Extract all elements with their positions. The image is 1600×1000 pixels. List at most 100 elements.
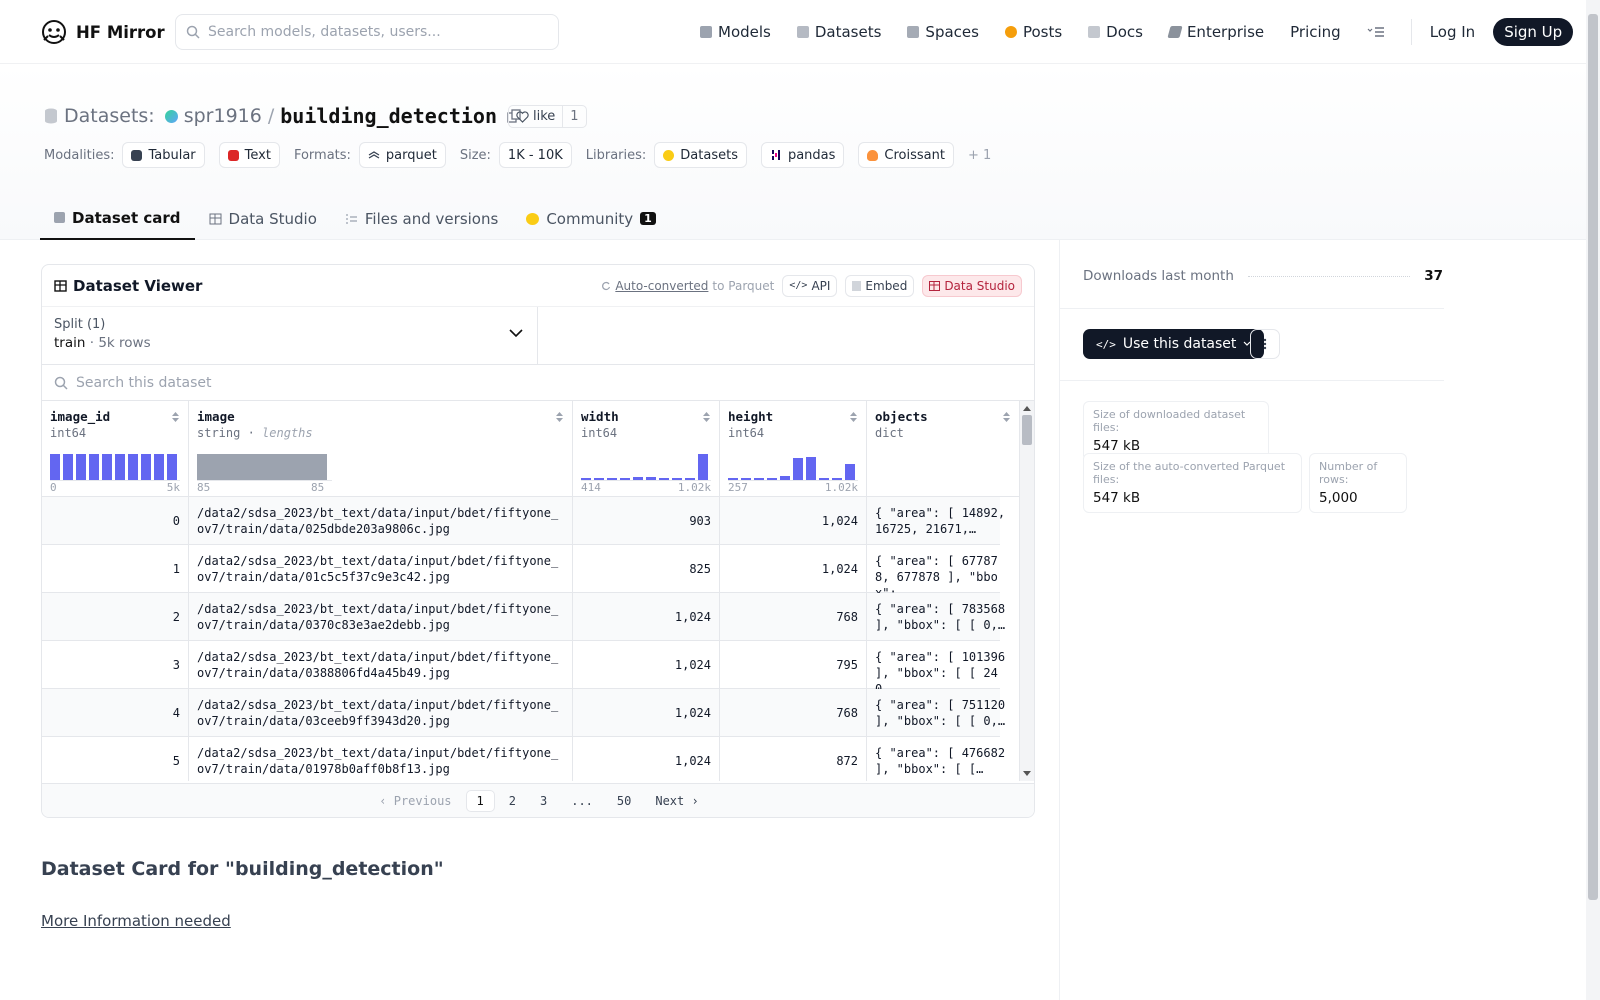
nav-enterprise[interactable]: Enterprise <box>1167 23 1264 41</box>
use-this-dataset-button[interactable]: </> Use this dataset <box>1083 329 1265 359</box>
signup-button[interactable]: Sign Up <box>1493 18 1574 46</box>
cell-id[interactable]: 2 <box>42 593 189 641</box>
auto-converted-note[interactable]: Auto-converted to Parquet <box>601 279 774 293</box>
cell-height[interactable]: 1,024 <box>720 545 867 593</box>
tag-parquet[interactable]: parquet <box>358 142 446 168</box>
cell-width[interactable]: 825 <box>573 545 720 593</box>
page-scroll-thumb[interactable] <box>1588 14 1598 900</box>
cell-id[interactable]: 0 <box>42 497 189 545</box>
page-50[interactable]: 50 <box>607 791 641 811</box>
cell-objects[interactable]: { "area": [ 751120 ], "bbox": [ [ 0,… <box>867 689 1020 737</box>
cell-height[interactable]: 768 <box>720 689 867 737</box>
split-select[interactable]: Split (1) train · 5k rows <box>42 307 538 364</box>
tag-more[interactable]: + 1 <box>968 148 991 163</box>
cell-width[interactable]: 903 <box>573 497 720 545</box>
dataset-name[interactable]: building_detection <box>280 104 497 128</box>
cell-objects[interactable]: { "area": [ 476682 ], "bbox": [ [… <box>867 737 1020 781</box>
dataset-search-input[interactable] <box>76 374 476 391</box>
tab-community[interactable]: Community 1 <box>512 197 669 240</box>
cell-objects[interactable]: { "area": [ 101396 ], "bbox": [ [ 240… <box>867 641 1020 689</box>
column-header-height[interactable]: height int64 257 1.02k <box>720 401 867 497</box>
like-label-wrap[interactable]: like <box>509 106 564 127</box>
brand-logo[interactable]: HF Mirror <box>40 18 165 46</box>
data-studio-button[interactable]: Data Studio <box>922 274 1022 297</box>
more-information-link[interactable]: More Information needed <box>41 912 231 930</box>
embed-button[interactable]: Embed <box>845 274 915 297</box>
tab-dataset-card[interactable]: Dataset card <box>40 197 195 240</box>
like-count[interactable]: 1 <box>563 109 585 124</box>
next-page-button[interactable]: Next › <box>645 791 708 811</box>
tag-pandas[interactable]: pandas <box>760 142 845 168</box>
cell-image[interactable]: /data2/sdsa_2023/bt_text/data/input/bdet… <box>189 497 573 545</box>
page-1[interactable]: 1 <box>465 789 495 812</box>
api-button[interactable]: </> API <box>782 274 838 297</box>
scroll-up-icon[interactable] <box>1022 404 1032 412</box>
cell-height[interactable]: 795 <box>720 641 867 689</box>
grid-scrollbar[interactable] <box>1020 401 1034 781</box>
owner-link[interactable]: spr1916 <box>184 105 262 127</box>
cell-id[interactable]: 1 <box>42 545 189 593</box>
page-scrollbar[interactable] <box>1586 0 1600 1000</box>
tag-datasets[interactable]: Datasets <box>654 142 747 168</box>
tab-files[interactable]: Files and versions <box>331 197 512 240</box>
table-row[interactable]: 4/data2/sdsa_2023/bt_text/data/input/bde… <box>42 689 1020 737</box>
auto-converted-link[interactable]: Auto-converted <box>615 279 708 293</box>
sort-icon[interactable] <box>171 411 180 423</box>
sort-icon[interactable] <box>702 411 711 423</box>
cell-id[interactable]: 3 <box>42 641 189 689</box>
cell-height[interactable]: 872 <box>720 737 867 781</box>
more-menu-button[interactable] <box>1367 26 1385 38</box>
cell-image[interactable]: /data2/sdsa_2023/bt_text/data/input/bdet… <box>189 689 573 737</box>
cell-id[interactable]: 5 <box>42 737 189 781</box>
column-header-image-id[interactable]: image_id int64 0 5k <box>42 401 189 497</box>
table-row[interactable]: 5/data2/sdsa_2023/bt_text/data/input/bde… <box>42 737 1020 781</box>
login-link[interactable]: Log In <box>1430 23 1476 41</box>
tag-croissant[interactable]: Croissant <box>858 142 954 168</box>
tab-data-studio[interactable]: Data Studio <box>195 197 331 240</box>
table-row[interactable]: 0/data2/sdsa_2023/bt_text/data/input/bde… <box>42 497 1020 545</box>
cell-height[interactable]: 1,024 <box>720 497 867 545</box>
sort-icon[interactable] <box>1002 411 1011 423</box>
column-header-width[interactable]: width int64 414 1.02k <box>573 401 720 497</box>
table-row[interactable]: 2/data2/sdsa_2023/bt_text/data/input/bde… <box>42 593 1020 641</box>
nav-docs[interactable]: Docs <box>1088 23 1143 41</box>
tag-text[interactable]: Text <box>218 142 280 168</box>
prev-page-button[interactable]: ‹ Previous <box>369 791 461 811</box>
nav-spaces[interactable]: Spaces <box>907 23 979 41</box>
nav-models[interactable]: Models <box>700 23 771 41</box>
page-2[interactable]: 2 <box>499 791 526 811</box>
sort-icon[interactable] <box>849 411 858 423</box>
cell-image[interactable]: /data2/sdsa_2023/bt_text/data/input/bdet… <box>189 545 573 593</box>
table-row[interactable]: 3/data2/sdsa_2023/bt_text/data/input/bde… <box>42 641 1020 689</box>
like-button[interactable]: like 1 <box>508 105 587 128</box>
global-search-input[interactable] <box>208 24 528 40</box>
tag-size[interactable]: 1K - 10K <box>498 142 572 168</box>
sort-icon[interactable] <box>555 411 564 423</box>
cell-id[interactable]: 4 <box>42 689 189 737</box>
owner-avatar[interactable] <box>164 109 178 123</box>
column-header-objects[interactable]: objects dict <box>867 401 1020 497</box>
more-options-button[interactable] <box>1250 329 1280 359</box>
dataset-search[interactable] <box>42 365 1034 401</box>
nav-posts[interactable]: Posts <box>1004 23 1062 41</box>
nav-pricing[interactable]: Pricing <box>1290 23 1341 41</box>
cell-width[interactable]: 1,024 <box>573 641 720 689</box>
cell-width[interactable]: 1,024 <box>573 737 720 781</box>
cell-image[interactable]: /data2/sdsa_2023/bt_text/data/input/bdet… <box>189 593 573 641</box>
page-3[interactable]: 3 <box>530 791 557 811</box>
cell-objects[interactable]: { "area": [ 783568 ], "bbox": [ [ 0,… <box>867 593 1020 641</box>
scroll-down-icon[interactable] <box>1022 770 1032 778</box>
cell-objects[interactable]: { "area": [ 14892, 16725, 21671,… <box>867 497 1020 545</box>
cell-image[interactable]: /data2/sdsa_2023/bt_text/data/input/bdet… <box>189 737 573 781</box>
cell-width[interactable]: 1,024 <box>573 689 720 737</box>
grid-scroll-thumb[interactable] <box>1022 415 1032 445</box>
cell-width[interactable]: 1,024 <box>573 593 720 641</box>
cell-image[interactable]: /data2/sdsa_2023/bt_text/data/input/bdet… <box>189 641 573 689</box>
table-row[interactable]: 1/data2/sdsa_2023/bt_text/data/input/bde… <box>42 545 1020 593</box>
cell-height[interactable]: 768 <box>720 593 867 641</box>
nav-datasets[interactable]: Datasets <box>796 23 881 41</box>
global-search[interactable] <box>175 14 559 50</box>
cell-objects[interactable]: { "area": [ 677878, 677878 ], "bbox": … <box>867 545 1020 593</box>
tag-tabular[interactable]: Tabular <box>122 142 205 168</box>
column-header-image[interactable]: image string · lengths 85 85 <box>189 401 573 497</box>
